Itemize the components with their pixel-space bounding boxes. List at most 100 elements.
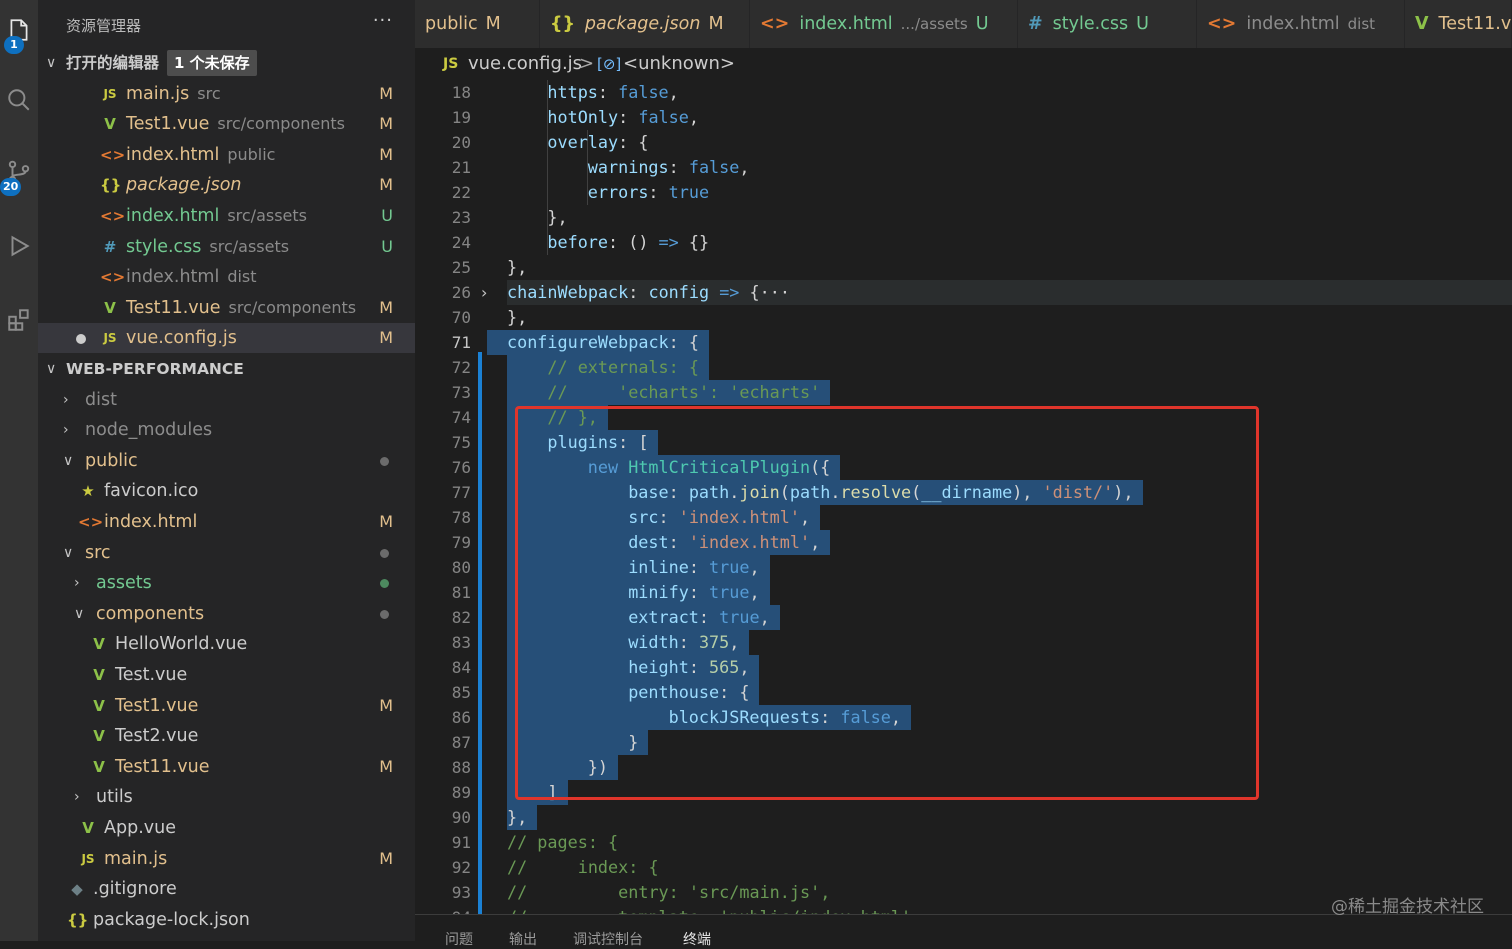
folder-name: components [96, 603, 205, 624]
open-editor-item[interactable]: {} package.json M [38, 170, 415, 200]
file-name: main.js [104, 848, 168, 869]
tab-status: U [975, 14, 989, 34]
breadcrumb-file[interactable]: vue.config.js [468, 48, 582, 80]
folder-item[interactable]: ∨ src [38, 538, 415, 568]
breadcrumb-symbol[interactable]: <unknown> [623, 48, 735, 80]
panel-tab-debug-console[interactable]: 调试控制台 [573, 929, 643, 949]
folder-item[interactable]: › dist [38, 385, 415, 415]
open-editor-item[interactable]: V Test11.vue src/components M [38, 293, 415, 323]
editor-tab[interactable]: <> index.html .../assets U [750, 0, 1018, 48]
folder-item[interactable]: ∨ components [38, 599, 415, 629]
file-item[interactable]: V Test2.vue [38, 721, 415, 751]
sidebar-header: 资源管理器 ··· [38, 0, 415, 50]
file-path: src/assets [209, 236, 290, 256]
line-number: 74 [451, 408, 471, 427]
run-debug-icon[interactable] [0, 224, 38, 268]
file-item[interactable]: V Test.vue [38, 660, 415, 690]
source-control-icon[interactable]: 20 [0, 150, 38, 196]
file-item[interactable]: ★ favicon.ico [38, 476, 415, 506]
file-item[interactable]: V App.vue [38, 813, 415, 843]
file-item[interactable]: ◆ .gitignore [38, 874, 415, 904]
folder-name: dist [85, 389, 117, 410]
line-number: 20 [451, 133, 471, 152]
file-item[interactable]: V Test11.vue M [38, 752, 415, 782]
code-editor[interactable]: 18 https: false, 19 hotOnly: false, 20 overla… [415, 80, 1512, 914]
folder-name: utils [96, 787, 133, 808]
panel-tab-output[interactable]: 输出 [509, 929, 537, 949]
file-type-icon: JS [81, 851, 95, 866]
file-name: Test11.vue [115, 756, 210, 777]
open-editor-item[interactable]: <> index.html public M [38, 140, 415, 170]
file-item[interactable]: {} package-lock.json [38, 905, 415, 935]
symbol-icon: [⊘] [597, 55, 622, 73]
line-number: 21 [451, 158, 471, 177]
scm-badge: 20 [0, 178, 22, 196]
line-number: 71 [451, 333, 471, 352]
open-editors-header[interactable]: ∨ 打开的编辑器 1 个未保存 [38, 48, 415, 78]
open-editor-item[interactable]: <> index.html src/assets U [38, 201, 415, 231]
extensions-icon[interactable] [0, 298, 38, 342]
chevron-right-icon: › [74, 789, 80, 806]
open-editor-item[interactable]: <> index.html dist [38, 262, 415, 292]
file-type-icon: JS [103, 86, 117, 101]
tab-path: dist [1347, 15, 1376, 33]
editor-tab[interactable]: V Test11.v [1405, 0, 1512, 48]
file-name: Test.vue [115, 665, 188, 685]
panel-tab-problems[interactable]: 问题 [445, 929, 473, 949]
line-number: 22 [451, 183, 471, 202]
chevron-down-icon: ∨ [46, 361, 57, 377]
line-number: 80 [451, 558, 471, 577]
line-number: 93 [451, 883, 471, 902]
line-number: 86 [451, 708, 471, 727]
folder-item[interactable]: › assets [38, 568, 415, 598]
file-type-icon: <> [100, 207, 126, 225]
tab-file-icon: V [1415, 14, 1429, 34]
bottom-panel: 问题 输出 调试控制台 终端 [415, 914, 1512, 948]
file-name: index.html [126, 206, 220, 226]
search-icon[interactable] [0, 78, 38, 122]
project-header[interactable]: ∨ WEB-PERFORMANCE [38, 354, 415, 384]
explorer-icon[interactable]: 1 [0, 8, 38, 54]
code-line: warnings: false, [587, 157, 750, 177]
editor-tab[interactable]: # style.css U [1018, 0, 1197, 48]
open-editor-item[interactable]: JS main.js src M [38, 79, 415, 109]
git-status: M [379, 512, 393, 531]
folder-name: public [85, 450, 138, 471]
editor-tab[interactable]: <> index.html dist [1197, 0, 1405, 48]
status-dot [380, 456, 389, 466]
file-item[interactable]: JS main.js M [38, 844, 415, 874]
folder-item[interactable]: › node_modules [38, 415, 415, 445]
fold-chevron-icon[interactable]: › [481, 280, 487, 305]
file-item[interactable]: V HelloWorld.vue [38, 629, 415, 659]
open-editor-item[interactable]: # style.css src/assets U [38, 232, 415, 262]
chevron-right-icon: › [63, 391, 69, 408]
file-type-icon: {} [67, 910, 89, 929]
folder-item[interactable]: › utils [38, 782, 415, 812]
file-path: src/assets [227, 206, 307, 225]
file-type-icon: {} [100, 176, 122, 195]
code-line: // pages: { [507, 832, 619, 852]
open-editor-item[interactable]: JS vue.config.js M [38, 323, 415, 354]
explorer-badge: 1 [4, 36, 24, 54]
editor-tab[interactable]: public M [415, 0, 540, 48]
file-name: package-lock.json [93, 909, 250, 930]
git-status: M [379, 328, 393, 348]
code-line: hotOnly: false, [547, 107, 699, 127]
panel-tab-terminal[interactable]: 终端 [683, 929, 711, 949]
editor-tab[interactable]: {} package.json M [540, 0, 750, 48]
git-status: M [379, 83, 393, 103]
folder-item[interactable]: ∨ public [38, 446, 415, 476]
file-name: Test11.vue [126, 297, 221, 318]
file-name: index.html [126, 144, 220, 165]
file-type-icon: V [93, 635, 105, 654]
more-actions-button[interactable]: ··· [373, 10, 393, 31]
code-line: errors: true [587, 182, 710, 202]
file-item[interactable]: V Test1.vue M [38, 691, 415, 721]
file-item[interactable]: <> index.html M [38, 507, 415, 537]
chevron-right-icon: › [74, 575, 80, 592]
chevron-down-icon: ∨ [46, 55, 57, 71]
file-name: vue.config.js [126, 328, 237, 349]
open-editor-item[interactable]: V Test1.vue src/components M [38, 109, 415, 139]
code-line: }, [507, 807, 528, 827]
tab-status: M [708, 14, 724, 34]
